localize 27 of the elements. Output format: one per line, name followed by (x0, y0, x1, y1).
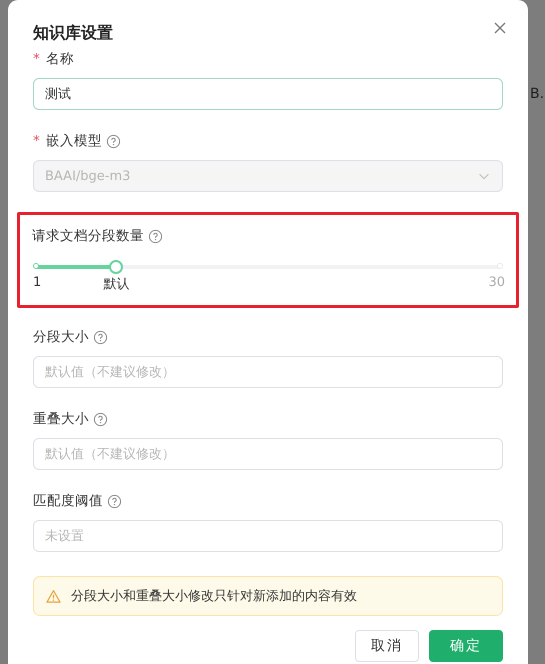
slider-mark: 30 (488, 275, 505, 290)
input-field[interactable]: 测试 (33, 78, 503, 110)
field-label: 名称 (46, 50, 74, 68)
input-field[interactable]: 未设置 (33, 520, 503, 552)
required-asterisk: * (33, 51, 40, 67)
slider-mark: 1 (33, 275, 42, 290)
backdrop-text: B. (530, 86, 544, 102)
field-label: 请求文档分段数量 (32, 227, 144, 245)
field-label: 重叠大小 (33, 410, 89, 428)
cancel-button[interactable]: 取消 (355, 630, 419, 662)
slider-mark: 默认 (103, 276, 130, 293)
input-field[interactable]: 默认值（不建议修改） (33, 438, 503, 470)
help-icon[interactable] (93, 330, 108, 344)
help-icon[interactable] (107, 494, 122, 508)
warning-icon (46, 588, 61, 604)
field-label: 分段大小 (33, 328, 89, 346)
slider-handle[interactable] (109, 260, 124, 274)
help-icon[interactable] (148, 228, 163, 244)
alert-text: 分段大小和重叠大小修改只针对新添加的内容有效 (71, 588, 357, 605)
close-icon[interactable] (492, 20, 508, 36)
help-icon[interactable] (93, 412, 108, 426)
required-asterisk: * (33, 133, 40, 149)
field-label: 嵌入模型 (46, 132, 102, 150)
field-label: 匹配度阈值 (33, 492, 103, 510)
dialog-title: 知识库设置 (33, 22, 113, 44)
slider-dot (33, 263, 39, 269)
input-field[interactable]: 默认值（不建议修改） (33, 356, 503, 388)
